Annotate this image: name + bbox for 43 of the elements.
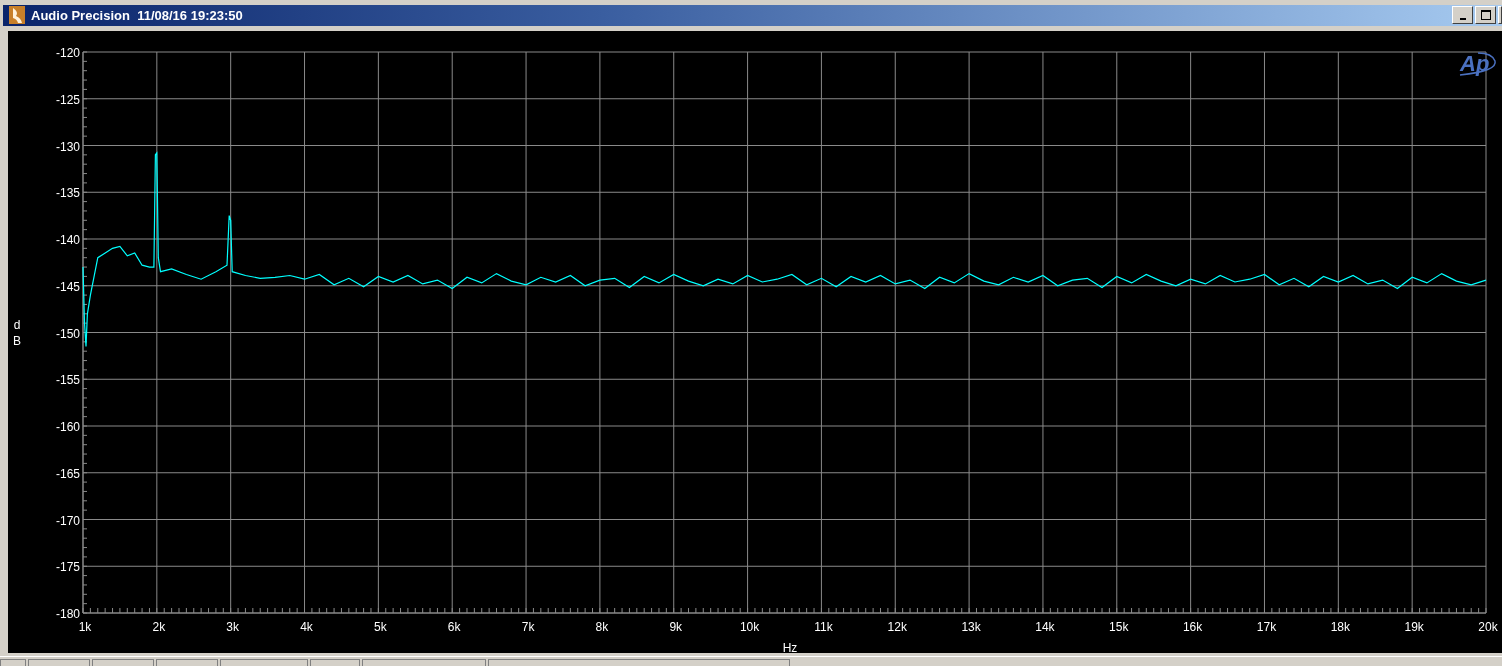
tick-label: -180 [55,606,80,621]
tick-label: 14k [1035,619,1055,634]
tick-label: 7k [521,619,535,634]
tick-label: -165 [55,466,80,481]
tick-label: -170 [55,513,80,528]
tick-label: 13k [961,619,981,634]
app-icon [9,6,25,25]
maximize-button[interactable] [1475,6,1496,25]
tick-label: 8k [595,619,609,634]
tick-label: -160 [55,419,80,434]
close-button[interactable] [1498,6,1502,25]
window-title: Audio Precision 11/08/16 19:23:50 [31,7,243,23]
minimize-button[interactable] [1452,6,1473,25]
tick-label: -140 [55,232,80,247]
tick-label: 17k [1256,619,1277,634]
tick-label: 15k [1109,619,1129,634]
tick-label: -155 [55,373,80,388]
tick-label: -120 [55,45,80,60]
tick-label: 11k [814,619,833,634]
tick-label: 4k [300,619,313,634]
tick-label: -145 [55,279,80,294]
tick-label: 16k [1182,619,1203,634]
tick-label: 2k [152,619,166,634]
tick-label: 18k [1330,619,1350,634]
tick-label: -130 [55,139,80,154]
axis-label: Hz [782,640,798,653]
tick-label: 1k [78,619,92,634]
maximize-icon [1480,10,1491,21]
minimize-icon [1459,17,1466,20]
tick-label: 5k [374,619,387,634]
tick-label: 10k [739,619,760,634]
tick-label: 3k [226,619,240,634]
tick-label: -125 [55,92,80,107]
axis-label: dB [13,317,21,348]
logo: Ap [1459,50,1496,76]
tick-label: -135 [55,186,80,201]
tick-label: 6k [447,619,461,634]
tick-label: 9k [669,619,683,634]
tick-label: -150 [55,326,80,341]
tick-label: -175 [55,560,80,575]
tick-label: 20k [1478,619,1498,634]
tick-label: 12k [887,619,907,634]
tick-label: 19k [1404,619,1424,634]
